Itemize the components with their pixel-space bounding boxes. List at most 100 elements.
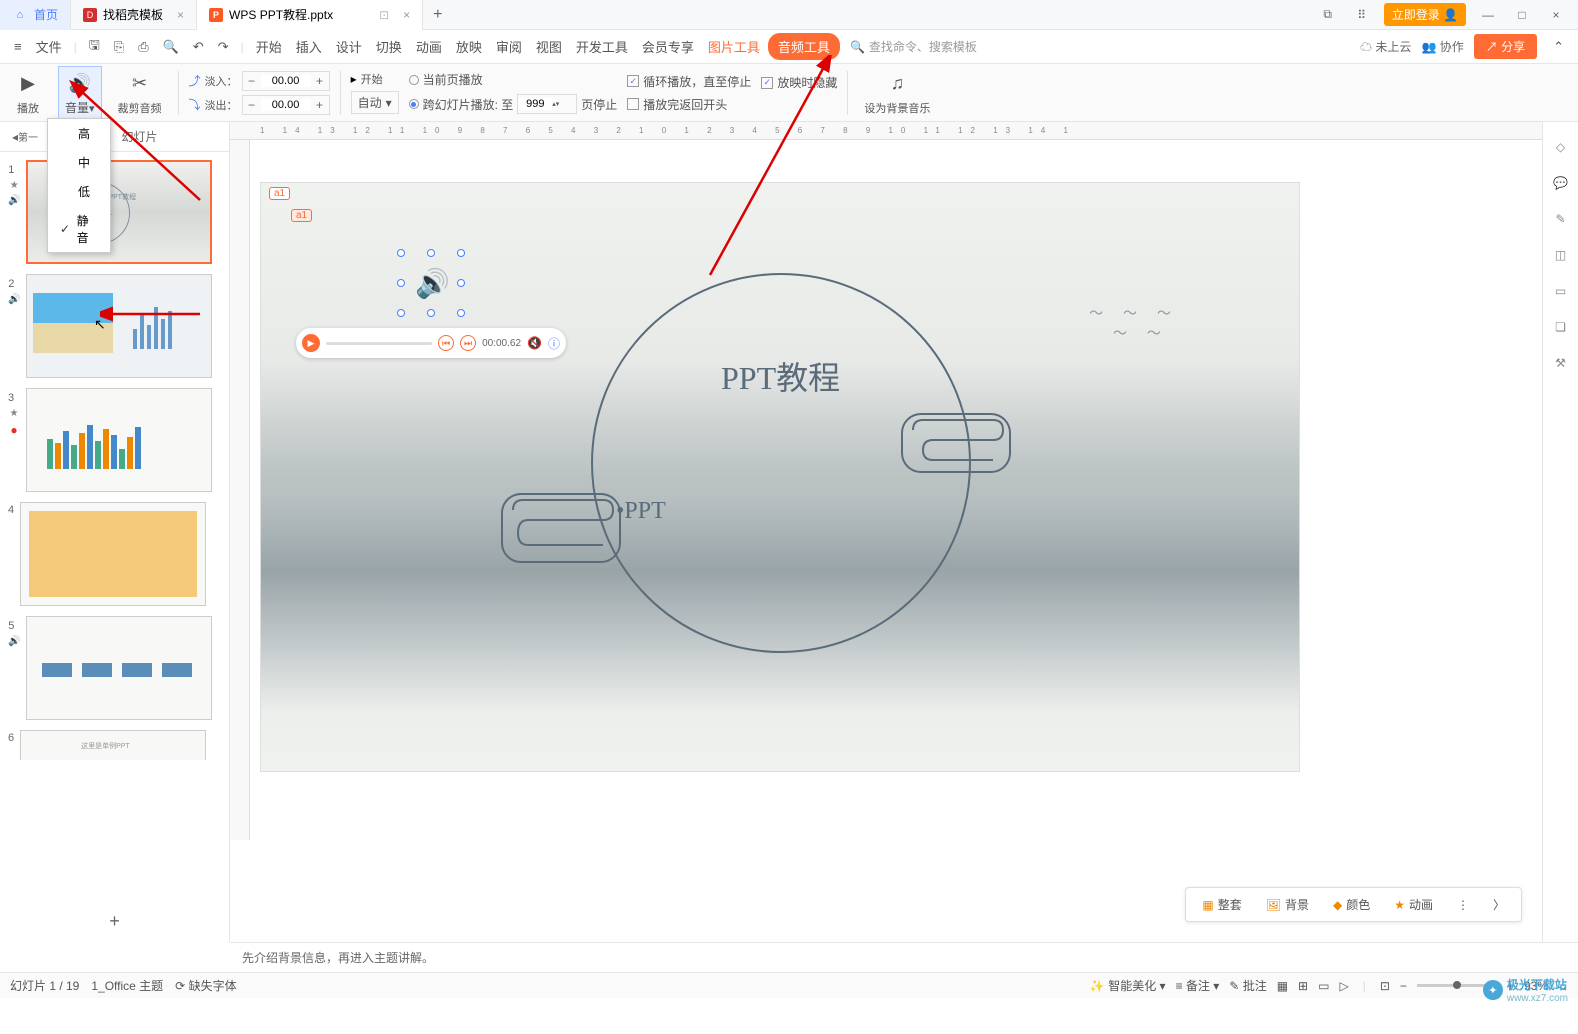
close-icon[interactable]: × bbox=[177, 8, 184, 22]
menu-slideshow[interactable]: 放映 bbox=[450, 33, 488, 60]
return-checkbox[interactable]: 播放完返回开头 bbox=[627, 96, 751, 113]
audio-object[interactable]: 🔊 bbox=[401, 253, 461, 313]
menu-design[interactable]: 设计 bbox=[330, 33, 368, 60]
menu-review[interactable]: 审阅 bbox=[490, 33, 528, 60]
panel-shape-icon[interactable]: ◫ bbox=[1550, 244, 1572, 266]
file-menu[interactable]: 文件 bbox=[30, 33, 68, 60]
slide-thumb-2[interactable] bbox=[26, 274, 212, 378]
layout-icon[interactable]: ⧉ bbox=[1316, 3, 1340, 27]
menu-view[interactable]: 视图 bbox=[530, 33, 568, 60]
float-bg[interactable]: 🖼背景 bbox=[1258, 892, 1317, 917]
float-color[interactable]: ◆颜色 bbox=[1325, 892, 1378, 917]
increment-button[interactable]: + bbox=[311, 74, 329, 88]
preview-icon[interactable]: 🔍 bbox=[157, 35, 185, 59]
fadein-spinner[interactable]: − + bbox=[242, 71, 330, 91]
slide-thumb-3[interactable] bbox=[26, 388, 212, 492]
view-normal-icon[interactable]: ▦ bbox=[1277, 979, 1288, 993]
decrement-button[interactable]: − bbox=[243, 98, 261, 112]
play-button[interactable]: ▶ bbox=[302, 334, 320, 352]
view-sorter-icon[interactable]: ⊞ bbox=[1298, 979, 1308, 993]
add-tab-button[interactable]: + bbox=[423, 6, 452, 24]
fadeout-spinner[interactable]: − + bbox=[242, 95, 330, 115]
volume-mid[interactable]: 中 bbox=[48, 148, 110, 177]
increment-button[interactable]: + bbox=[311, 98, 329, 112]
panel-screen-icon[interactable]: ▭ bbox=[1550, 280, 1572, 302]
current-page-radio[interactable]: 当前页播放 bbox=[409, 71, 618, 88]
menu-insert[interactable]: 插入 bbox=[290, 33, 328, 60]
thumbnail-list[interactable]: 1 ★ 🔊 PPT教程 ·PPT 2🔊 3★● bbox=[0, 152, 229, 901]
collapse-ribbon-icon[interactable]: ⌃ bbox=[1547, 35, 1570, 59]
tab-templates[interactable]: D 找稻壳模板 × bbox=[71, 0, 197, 30]
undo-icon[interactable]: ↶ bbox=[187, 35, 210, 59]
slide-subtitle[interactable]: •PPT bbox=[616, 498, 666, 525]
comment-marker[interactable]: a1 bbox=[269, 187, 290, 200]
close-button[interactable]: × bbox=[1544, 3, 1568, 27]
slide-thumb-5[interactable] bbox=[26, 616, 212, 720]
cross-slide-radio[interactable]: 跨幻灯片播放: 至 ▴▾ 页停止 bbox=[409, 94, 618, 114]
print-icon[interactable]: ⎙ bbox=[132, 35, 154, 59]
search-box[interactable]: 🔍 查找命令、搜索模板 bbox=[850, 38, 977, 55]
float-more[interactable]: ⋮ bbox=[1449, 892, 1477, 917]
slide-thumb-4[interactable] bbox=[20, 502, 206, 606]
status-theme[interactable]: 1_Office 主题 bbox=[91, 977, 163, 994]
zoom-fit-icon[interactable]: ⊡ bbox=[1380, 979, 1390, 993]
collab-button[interactable]: 👥 协作 bbox=[1421, 38, 1463, 55]
panel-diamond-icon[interactable]: ◇ bbox=[1550, 136, 1572, 158]
panel-tools-icon[interactable]: ⚒ bbox=[1550, 352, 1572, 374]
ribbon-trim-audio[interactable]: ✂ 裁剪音频 bbox=[112, 68, 168, 118]
tab-document[interactable]: P WPS PPT教程.pptx ⊡ × bbox=[197, 0, 423, 30]
menu-audio-tools[interactable]: 音频工具 bbox=[768, 33, 840, 60]
fadeout-value[interactable] bbox=[261, 99, 311, 111]
maximize-button[interactable]: □ bbox=[1510, 3, 1534, 27]
loop-checkbox[interactable]: ✓循环播放，直至停止 bbox=[627, 73, 751, 90]
share-button[interactable]: ↗ 分享 bbox=[1474, 34, 1537, 59]
float-next[interactable]: 〉 bbox=[1485, 892, 1513, 917]
player-volume-icon[interactable]: 🔇 bbox=[527, 336, 542, 350]
close-icon[interactable]: × bbox=[403, 8, 410, 22]
status-missing-font[interactable]: ⟳ 缺失字体 bbox=[175, 977, 236, 994]
ribbon-play[interactable]: ▶ 播放 bbox=[8, 68, 48, 118]
menu-transition[interactable]: 切换 bbox=[370, 33, 408, 60]
rewind-button[interactable]: ⏮ bbox=[438, 335, 454, 351]
fadein-value[interactable] bbox=[261, 75, 311, 87]
status-notes-button[interactable]: ≡ 备注 ▾ bbox=[1176, 977, 1220, 994]
apps-icon[interactable]: ⠿ bbox=[1350, 3, 1374, 27]
save-icon[interactable]: 🖫 bbox=[83, 32, 106, 62]
zoom-out-button[interactable]: − bbox=[1400, 979, 1407, 993]
redo-icon[interactable]: ↷ bbox=[212, 35, 235, 59]
slide-title[interactable]: PPT教程 bbox=[721, 353, 840, 399]
export-icon[interactable]: ⎘ bbox=[108, 35, 130, 59]
comment-marker[interactable]: a1 bbox=[291, 209, 312, 222]
panel-chat-icon[interactable]: 💬 bbox=[1550, 172, 1572, 194]
player-info-icon[interactable]: ⓘ bbox=[548, 335, 560, 352]
ribbon-bgm[interactable]: ♫ 设为背景音乐 bbox=[858, 68, 936, 118]
player-track[interactable] bbox=[326, 342, 432, 345]
menu-animation[interactable]: 动画 bbox=[410, 33, 448, 60]
panel-style-icon[interactable]: ✎ bbox=[1550, 208, 1572, 230]
float-full[interactable]: ▦整套 bbox=[1194, 892, 1249, 917]
menu-devtools[interactable]: 开发工具 bbox=[570, 33, 634, 60]
notes-area[interactable]: 先介绍背景信息，再进入主题讲解。 bbox=[230, 942, 1578, 972]
view-slideshow-icon[interactable]: ▷ bbox=[1339, 979, 1348, 993]
volume-mute[interactable]: ✓静音 bbox=[48, 206, 110, 252]
volume-low[interactable]: 低 bbox=[48, 177, 110, 206]
decrement-button[interactable]: − bbox=[243, 74, 261, 88]
forward-button[interactable]: ⏭ bbox=[460, 335, 476, 351]
status-comment-button[interactable]: ✎ 批注 bbox=[1229, 977, 1266, 994]
menu-member[interactable]: 会员专享 bbox=[636, 33, 700, 60]
menu-picture-tools[interactable]: 图片工具 bbox=[702, 33, 766, 60]
view-reading-icon[interactable]: ▭ bbox=[1318, 979, 1329, 993]
cross-value[interactable] bbox=[518, 98, 552, 110]
float-anim[interactable]: ★动画 bbox=[1386, 892, 1441, 917]
slide-canvas[interactable]: PPT教程 •PPT 〜 〜 〜 〜 〜 a1 a1 🔊 ▶ ⏮ ⏭ 00:00… bbox=[260, 182, 1300, 772]
volume-high[interactable]: 高 bbox=[48, 119, 110, 148]
status-beautify[interactable]: ✨ 智能美化 ▾ bbox=[1090, 977, 1166, 994]
tab-menu-icon[interactable]: ⊡ bbox=[379, 8, 389, 22]
cloud-status[interactable]: ☁ 未上云 bbox=[1360, 38, 1411, 55]
add-slide-button[interactable]: + bbox=[0, 901, 229, 942]
login-button[interactable]: 立即登录 👤 bbox=[1384, 3, 1466, 26]
panel-layers-icon[interactable]: ❏ bbox=[1550, 316, 1572, 338]
slide-thumb-6[interactable]: 这里是单例PPT bbox=[20, 730, 206, 760]
hamburger-icon[interactable]: ≡ bbox=[8, 35, 28, 58]
minimize-button[interactable]: — bbox=[1476, 3, 1500, 27]
